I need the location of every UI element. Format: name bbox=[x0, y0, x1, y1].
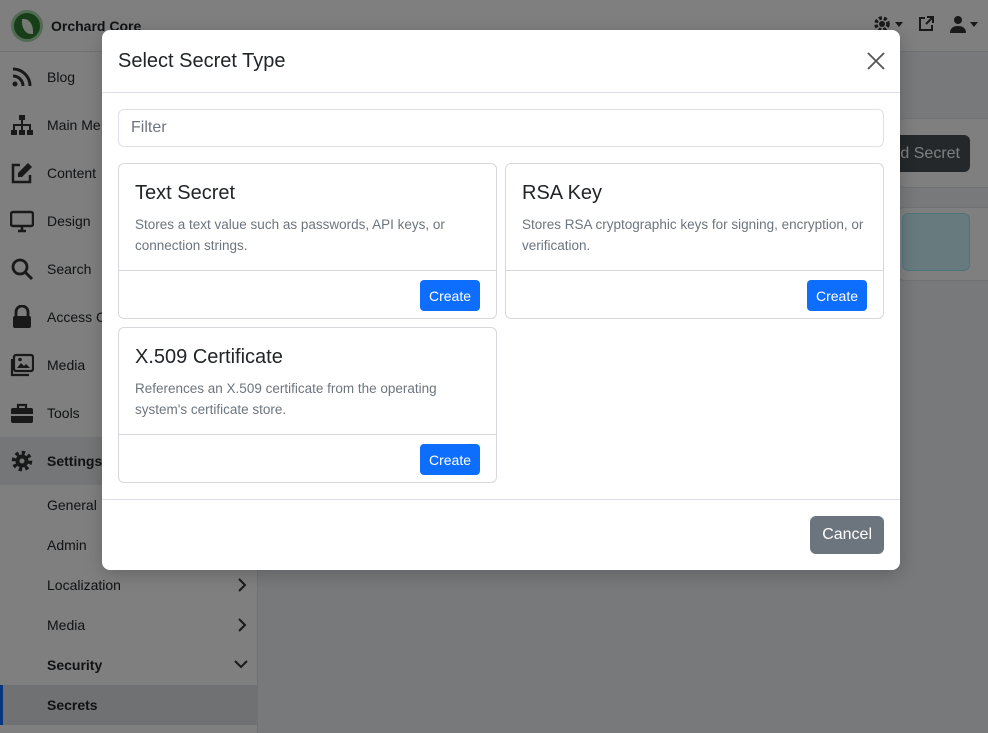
create-rsa-key-button[interactable]: Create bbox=[806, 280, 867, 311]
modal-title: Select Secret Type bbox=[118, 50, 286, 72]
close-icon[interactable] bbox=[866, 51, 886, 71]
cancel-button[interactable]: Cancel bbox=[810, 516, 884, 554]
create-text-secret-button[interactable]: Create bbox=[419, 280, 480, 311]
secret-type-card-rsa: RSA Key Stores RSA cryptographic keys fo… bbox=[505, 163, 884, 319]
create-x509-certificate-button[interactable]: Create bbox=[419, 444, 480, 475]
modal-header: Select Secret Type bbox=[102, 30, 900, 93]
card-footer: Create bbox=[119, 434, 496, 482]
secret-type-card-text: Text Secret Stores a text value such as … bbox=[118, 163, 497, 319]
card-description: References an X.509 certificate from the… bbox=[135, 381, 437, 417]
card-footer: Create bbox=[506, 270, 883, 318]
card-description: Stores RSA cryptographic keys for signin… bbox=[522, 217, 864, 253]
card-title: X.509 Certificate bbox=[135, 346, 283, 368]
filter-input[interactable] bbox=[118, 109, 884, 147]
card-title: Text Secret bbox=[135, 182, 236, 204]
secret-type-card-x509: X.509 Certificate References an X.509 ce… bbox=[118, 327, 497, 483]
card-footer: Create bbox=[119, 270, 496, 318]
modal-footer: Cancel bbox=[102, 499, 900, 570]
select-secret-type-modal: Select Secret Type Text Secret Stores a … bbox=[102, 30, 900, 570]
card-title: RSA Key bbox=[522, 182, 603, 204]
card-description: Stores a text value such as passwords, A… bbox=[135, 217, 445, 253]
